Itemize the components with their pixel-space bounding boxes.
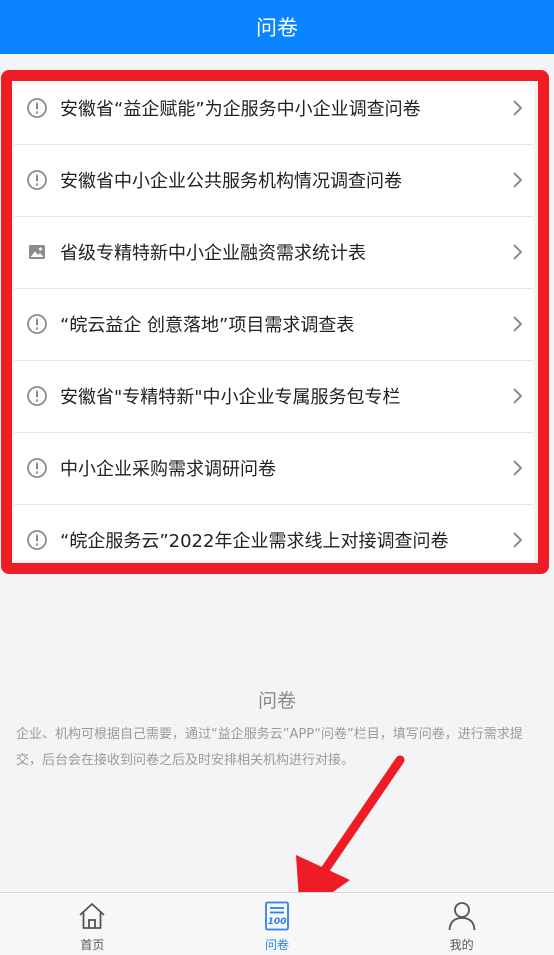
- questionnaire-list: 安徽省“益企赋能”为企服务中小企业调查问卷 安徽省中小企业公共服务机构情况调查问…: [14, 72, 534, 560]
- list-item-label: 中小企业采购需求调研问卷: [60, 459, 276, 480]
- chevron-right-icon: [508, 459, 526, 477]
- list-item[interactable]: “皖企服务云”2022年企业需求线上对接调查问卷: [14, 504, 534, 576]
- list-item[interactable]: 安徽省"专精特新"中小企业专属服务包专栏: [14, 360, 534, 432]
- header-bar: 问卷: [0, 0, 554, 54]
- tab-label: 首页: [80, 938, 105, 952]
- image-icon: [26, 241, 48, 263]
- chevron-right-icon: [508, 243, 526, 261]
- chevron-right-icon: [508, 99, 526, 117]
- svg-text:100: 100: [268, 917, 287, 927]
- tab-questionnaire[interactable]: 100 问卷: [185, 893, 370, 955]
- info-circle-icon: [26, 457, 48, 479]
- bottom-tab-bar: 首页 100 问卷 我的: [0, 892, 554, 955]
- info-circle-icon: [26, 169, 48, 191]
- info-circle-icon: [26, 97, 48, 119]
- list-item-label: 安徽省“益企赋能”为企服务中小企业调查问卷: [60, 99, 421, 120]
- list-item-label: “皖云益企 创意落地”项目需求调查表: [60, 315, 355, 336]
- list-item-label: 安徽省"专精特新"中小企业专属服务包专栏: [60, 387, 401, 408]
- tab-home[interactable]: 首页: [0, 893, 185, 955]
- info-circle-icon: [26, 529, 48, 551]
- questionnaire-icon: 100: [261, 900, 293, 932]
- info-description: 企业、机构可根据自己需要，通过“益企服务云”APP“问卷”栏目，填写问卷，进行需…: [16, 727, 523, 768]
- list-item[interactable]: 安徽省“益企赋能”为企服务中小企业调查问卷: [14, 72, 534, 144]
- chevron-right-icon: [508, 531, 526, 549]
- info-circle-icon: [26, 385, 48, 407]
- list-item[interactable]: 安徽省中小企业公共服务机构情况调查问卷: [14, 144, 534, 216]
- tab-label: 问卷: [265, 938, 290, 952]
- list-item[interactable]: 省级专精特新中小企业融资需求统计表: [14, 216, 534, 288]
- tab-profile[interactable]: 我的: [369, 893, 554, 955]
- chevron-right-icon: [508, 315, 526, 333]
- list-item-label: “皖企服务云”2022年企业需求线上对接调查问卷: [60, 531, 449, 552]
- info-circle-icon: [26, 313, 48, 335]
- list-item-label: 安徽省中小企业公共服务机构情况调查问卷: [60, 171, 402, 192]
- chevron-right-icon: [508, 387, 526, 405]
- tab-label: 我的: [449, 938, 474, 952]
- list-item[interactable]: 中小企业采购需求调研问卷: [14, 432, 534, 504]
- user-icon: [446, 900, 478, 932]
- page-title: 问卷: [256, 16, 298, 40]
- list-item[interactable]: “皖云益企 创意落地”项目需求调查表: [14, 288, 534, 360]
- list-item-label: 省级专精特新中小企业融资需求统计表: [60, 243, 366, 264]
- home-icon: [76, 900, 108, 932]
- info-title: 问卷: [257, 690, 296, 712]
- chevron-right-icon: [508, 171, 526, 189]
